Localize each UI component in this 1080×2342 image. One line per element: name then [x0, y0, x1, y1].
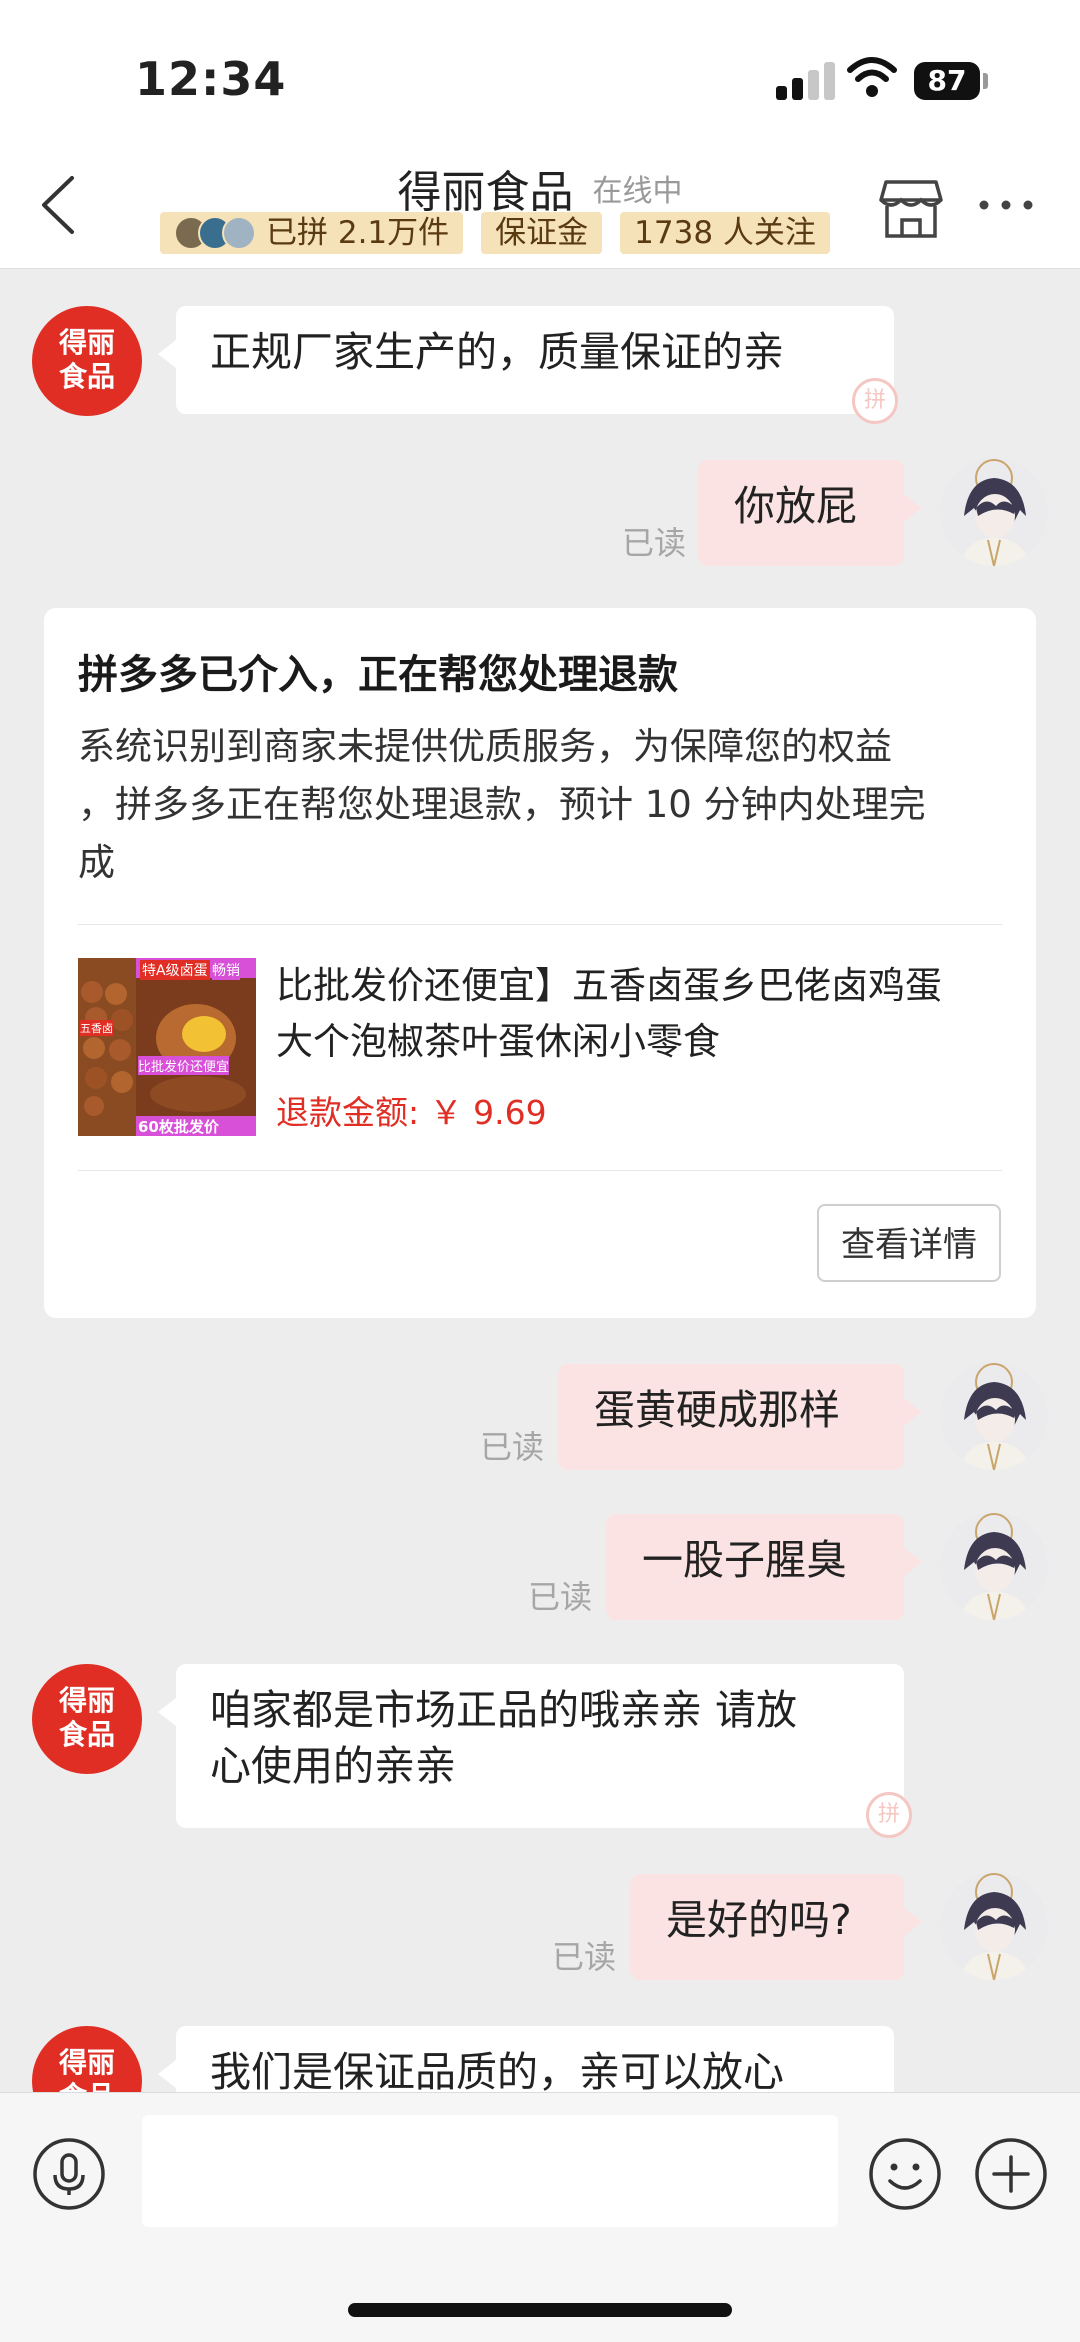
description-line: 成	[78, 841, 115, 884]
sales-badge-label: 已拼 2.1万件	[266, 215, 450, 251]
message-text: 一股子腥臭	[642, 1536, 847, 1584]
cellular-signal-icon	[776, 62, 838, 100]
product-name-line: 比批发价还便宜】五香卤蛋乡巴佬卤鸡蛋	[276, 964, 942, 1007]
shop-avatar-line2: 食品	[58, 1718, 115, 1751]
refund-amount-value: ￥ 9.69	[429, 1093, 547, 1132]
read-receipt: 已读	[552, 1938, 617, 1976]
message-input[interactable]	[142, 2115, 838, 2227]
message-text-line: 咱家都是市场正品的哦亲亲 请放	[210, 1686, 798, 1734]
user-avatar[interactable]	[940, 1362, 1048, 1470]
message-text: 是好的吗?	[666, 1896, 852, 1944]
anime-avatar-image	[960, 1363, 1030, 1470]
product-image-caption: 60枚批发价	[138, 1118, 219, 1136]
battery-cap	[983, 73, 988, 89]
user-message-bubble[interactable]: 一股子腥臭	[606, 1514, 922, 1620]
battery-indicator: 87	[914, 62, 980, 100]
followers-badge: 1738 人关注	[620, 212, 830, 254]
card-divider	[78, 924, 1002, 925]
user-message-bubble[interactable]: 你放屁	[698, 460, 922, 566]
description-line: 系统识别到商家未提供优质服务，为保障您的权益	[78, 725, 892, 768]
message-text: 正规厂家生产的，质量保证的亲	[210, 328, 784, 376]
card-divider	[78, 1170, 1002, 1171]
message-text: 蛋黄硬成那样	[594, 1386, 840, 1434]
chat-header: 得丽食品 在线中 已拼 2.1万件 保证金 1738 人关注	[0, 150, 1080, 269]
user-avatar[interactable]	[940, 458, 1048, 566]
product-name[interactable]: 比批发价还便宜】五香卤蛋乡巴佬卤鸡蛋 大个泡椒茶叶蛋休闲小零食	[276, 958, 1016, 1070]
product-image-caption: 五香卤	[80, 1020, 113, 1036]
anime-avatar-image	[960, 459, 1030, 566]
more-dots-icon[interactable]	[978, 198, 1034, 212]
shop-badges: 已拼 2.1万件 保证金 1738 人关注	[160, 212, 830, 256]
message-text-line: 心使用的亲亲	[210, 1742, 456, 1790]
status-time: 12:34	[135, 52, 287, 106]
product-name-line: 大个泡椒茶叶蛋休闲小零食	[276, 1020, 720, 1063]
read-receipt: 已读	[480, 1428, 545, 1466]
anime-avatar-image	[960, 1513, 1030, 1620]
shop-avatar-line1: 得丽	[58, 2046, 115, 2079]
anime-avatar-image	[960, 1873, 1030, 1980]
home-indicator[interactable]	[348, 2303, 732, 2317]
shop-message-bubble[interactable]: 咱家都是市场正品的哦亲亲 请放 心使用的亲亲	[158, 1664, 904, 1828]
refund-card-title: 拼多多已介入，正在帮您处理退款	[78, 652, 678, 698]
shop-message-bubble[interactable]: 正规厂家生产的，质量保证的亲	[158, 306, 894, 414]
read-receipt: 已读	[622, 524, 687, 562]
refund-intervention-card: 拼多多已介入，正在帮您处理退款 系统识别到商家未提供优质服务，为保障您的权益 ，…	[44, 608, 1036, 1318]
product-image-caption: 畅销	[212, 960, 240, 980]
refund-card-description: 系统识别到商家未提供优质服务，为保障您的权益 ，拼多多正在帮您处理退款，预计 1…	[78, 718, 1008, 892]
shop-avatar[interactable]: 得丽 食品	[32, 1664, 142, 1774]
store-icon[interactable]	[878, 178, 944, 240]
buyer-avatars	[174, 216, 256, 250]
user-message-bubble[interactable]: 是好的吗?	[630, 1874, 922, 1980]
wifi-icon	[847, 57, 897, 97]
view-details-button[interactable]: 查看详情	[817, 1204, 1001, 1282]
message-text: 你放屁	[734, 482, 857, 530]
sales-badge: 已拼 2.1万件	[160, 212, 464, 254]
deposit-badge: 保证金	[481, 212, 603, 254]
refund-amount-row: 退款金额: ￥ 9.69	[276, 1086, 547, 1134]
status-bar: 12:34 87	[0, 0, 1080, 150]
shop-avatar-line1: 得丽	[58, 326, 115, 359]
product-thumbnail[interactable]: 特A级卤蛋 畅销 五香卤 比批发价还便宜 60枚批发价	[78, 958, 256, 1136]
description-line: ，拼多多正在帮您处理退款，预计 10 分钟内处理完	[78, 783, 926, 826]
shop-avatar-line2: 食品	[58, 360, 115, 393]
plus-icon[interactable]	[974, 2137, 1048, 2211]
read-receipt: 已读	[528, 1578, 593, 1616]
shop-name[interactable]: 得丽食品	[397, 167, 573, 218]
shop-avatar[interactable]: 得丽 食品	[32, 306, 142, 416]
pinduoduo-mark-icon: 拼	[852, 378, 898, 424]
pinduoduo-mark-icon: 拼	[866, 1792, 912, 1838]
product-image	[78, 958, 256, 1136]
shop-avatar-line1: 得丽	[58, 1684, 115, 1717]
microphone-icon[interactable]	[32, 2137, 106, 2211]
user-avatar[interactable]	[940, 1512, 1048, 1620]
user-avatar[interactable]	[940, 1872, 1048, 1980]
user-message-bubble[interactable]: 蛋黄硬成那样	[558, 1364, 922, 1470]
message-text: 我们是保证品质的，亲可以放心	[210, 2048, 784, 2096]
product-image-caption: 特A级卤蛋	[140, 960, 210, 980]
emoji-icon[interactable]	[868, 2137, 942, 2211]
refund-amount-label: 退款金额:	[276, 1093, 430, 1132]
product-image-caption: 比批发价还便宜	[138, 1056, 230, 1075]
online-status: 在线中	[592, 174, 683, 209]
